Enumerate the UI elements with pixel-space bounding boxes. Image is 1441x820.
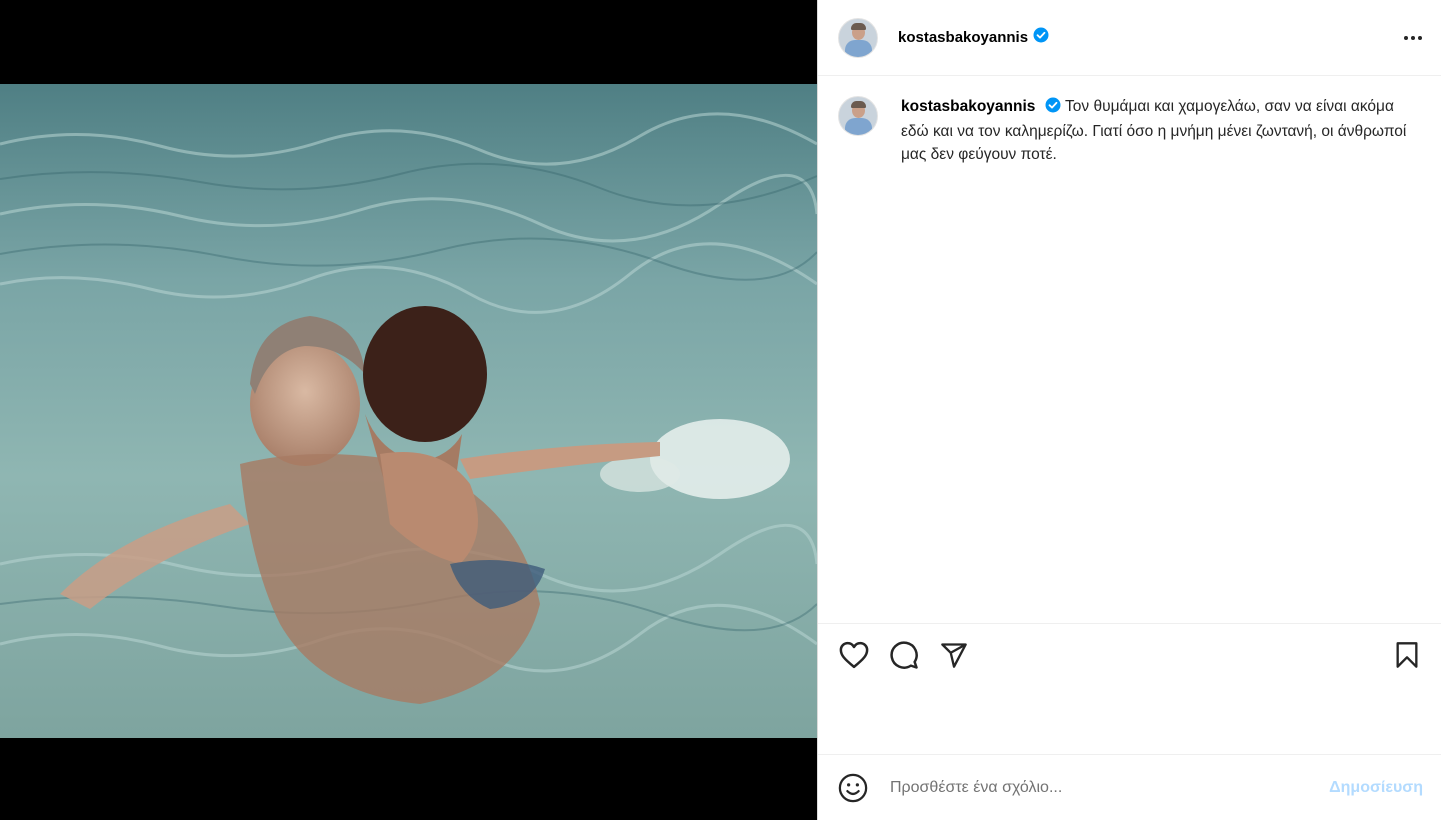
post-sidebar: kostasbakoyannis kostasbakoyannis Τον θυ… <box>817 0 1441 820</box>
caption: kostasbakoyannis Τον θυμάμαι και χαμογελ… <box>818 76 1441 166</box>
verified-badge-icon <box>1045 97 1061 120</box>
bookmark-icon[interactable] <box>1391 639 1423 671</box>
comment-form: Δημοσίευση <box>818 754 1441 820</box>
header-username[interactable]: kostasbakoyannis <box>898 29 1028 46</box>
comment-input[interactable] <box>888 777 1330 798</box>
caption-username[interactable]: kostasbakoyannis <box>901 98 1035 115</box>
comment-icon[interactable] <box>888 639 920 671</box>
avatar[interactable] <box>838 17 878 58</box>
more-options-icon[interactable] <box>1401 26 1425 50</box>
share-icon[interactable] <box>938 639 970 671</box>
post-comment-button[interactable]: Δημοσίευση <box>1329 779 1423 797</box>
caption-text: kostasbakoyannis Τον θυμάμαι και χαμογελ… <box>901 95 1411 166</box>
instagram-post-dialog: kostasbakoyannis kostasbakoyannis Τον θυ… <box>0 0 1441 820</box>
post-media <box>0 0 817 820</box>
action-bar <box>818 623 1441 685</box>
verified-badge-icon <box>1033 27 1049 48</box>
emoji-icon[interactable] <box>838 773 868 803</box>
heart-icon[interactable] <box>838 639 870 671</box>
post-header: kostasbakoyannis <box>818 0 1441 76</box>
post-photo[interactable] <box>0 84 817 738</box>
caption-avatar[interactable] <box>838 96 878 136</box>
